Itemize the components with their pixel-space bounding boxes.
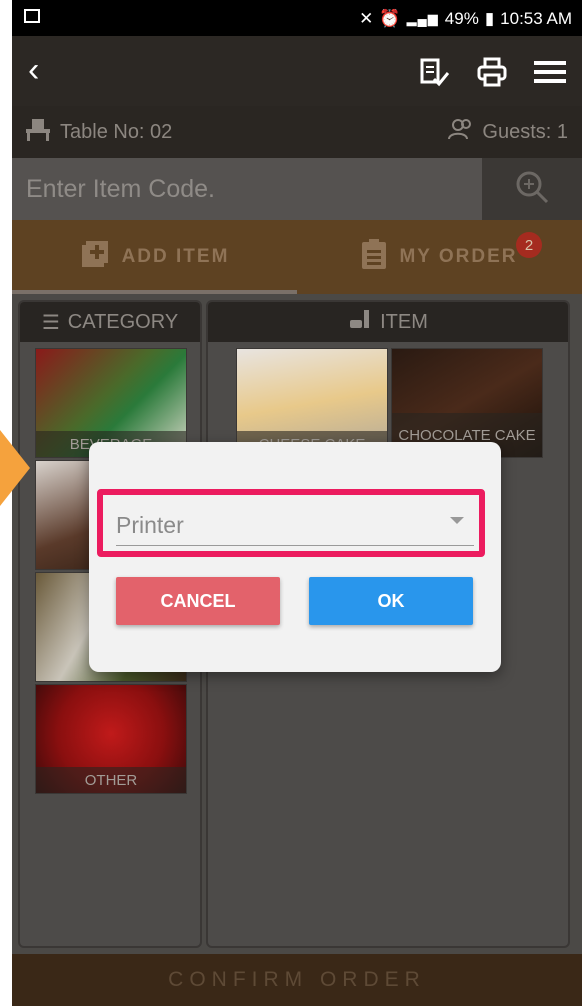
- printer-select-value: Printer: [116, 511, 184, 538]
- item-title: ITEM: [380, 310, 428, 333]
- category-label: OTHER: [36, 767, 186, 793]
- battery-icon: ▮: [484, 9, 495, 28]
- mute-icon: ✕: [359, 9, 374, 28]
- printer-dialog: [89, 442, 501, 672]
- zoom-in-icon: [515, 170, 549, 209]
- callout-arrow: [0, 430, 30, 506]
- clipboard-icon: [361, 238, 387, 276]
- tab-my-order[interactable]: MY ORDER: [297, 220, 582, 294]
- bill-check-icon[interactable]: [418, 56, 450, 88]
- table-icon: [24, 117, 52, 147]
- printer-icon[interactable]: [476, 56, 508, 88]
- image-icon: [24, 9, 40, 23]
- printer-select[interactable]: Printer: [116, 505, 474, 546]
- ok-button[interactable]: OK: [309, 577, 473, 625]
- confirm-order-button[interactable]: CONFIRM ORDER: [12, 954, 582, 1006]
- alarm-icon: ⏰: [379, 9, 401, 28]
- search-bar: Enter Item Code.: [12, 158, 582, 220]
- table-info-bar: Table No: 02 Guests: 1: [12, 106, 582, 158]
- cancel-button[interactable]: CANCEL: [116, 577, 280, 625]
- category-header: ☰ CATEGORY: [20, 302, 200, 342]
- tab-bar: ADD ITEM MY ORDER: [12, 220, 582, 294]
- item-code-input[interactable]: Enter Item Code.: [12, 158, 482, 220]
- battery-percent: 49%: [444, 9, 479, 28]
- food-drink-icon: [348, 308, 372, 336]
- guests-icon: [448, 118, 474, 146]
- clock: 10:53 AM: [500, 9, 572, 28]
- list-icon: ☰: [41, 311, 60, 334]
- app-bar: ‹: [12, 36, 582, 106]
- add-box-icon: [80, 239, 110, 275]
- category-title: CATEGORY: [67, 310, 179, 333]
- search-button[interactable]: [482, 158, 582, 220]
- status-bar: ✕ ⏰ ▂▄▆ 49% ▮ 10:53 AM: [12, 0, 582, 36]
- tab-add-item[interactable]: ADD ITEM: [12, 220, 297, 294]
- item-header: ITEM: [208, 302, 568, 342]
- back-icon[interactable]: ‹: [28, 53, 39, 87]
- order-count-badge: 2: [516, 232, 542, 258]
- tab-my-order-label: MY ORDER: [399, 246, 518, 267]
- tab-add-item-label: ADD ITEM: [121, 246, 230, 267]
- menu-icon[interactable]: [534, 56, 566, 88]
- category-tile[interactable]: OTHER: [35, 684, 187, 794]
- table-number: Table No: 02: [60, 120, 173, 143]
- guests-count: Guests: 1: [482, 120, 568, 143]
- signal-icon: ▂▄▆: [406, 11, 439, 26]
- dropdown-caret-icon: [450, 517, 464, 524]
